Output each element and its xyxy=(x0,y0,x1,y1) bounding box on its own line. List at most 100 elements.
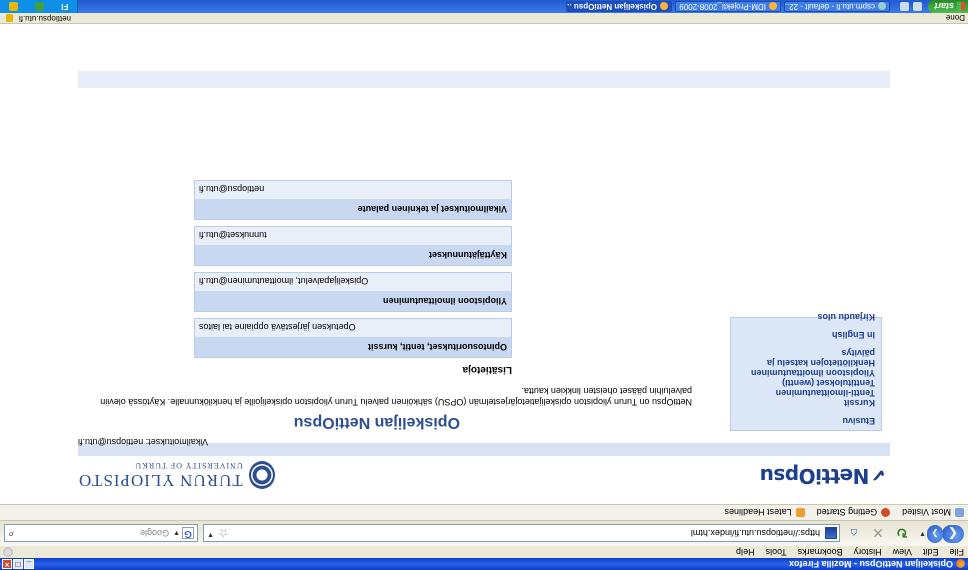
forward-button[interactable]: ❯ xyxy=(927,525,943,543)
nettiopsu-logo[interactable]: ✔NettiOpsu xyxy=(760,464,886,488)
rss-feed-icon xyxy=(795,508,805,517)
bookmark-label: Getting Started xyxy=(816,507,878,518)
url-text: https://nettiopsu.utu.fi/index.html xyxy=(690,528,820,538)
secure-lock-icon[interactable] xyxy=(6,14,13,23)
windows-flag-icon xyxy=(957,2,965,11)
language-indicator[interactable]: FI xyxy=(61,2,68,11)
nav-kurssit[interactable]: Kurssit xyxy=(737,398,875,408)
back-button[interactable]: ❮ xyxy=(942,525,964,543)
nav-tenttitulokset[interactable]: Tenttitulokset (wentti) xyxy=(737,378,875,388)
close-button[interactable]: × xyxy=(2,559,12,569)
firefox-icon xyxy=(660,2,668,11)
nav-tentti-ilmoittautuminen[interactable]: Tentti-ilmoittautuminen xyxy=(737,388,875,398)
side-navigation: Etusivu Kurssit Tentti-ilmoittautuminen … xyxy=(730,312,882,431)
quick-launch-icon[interactable] xyxy=(913,2,922,11)
status-bar: Done nettiopsu.utu.fi xyxy=(0,13,968,24)
bookmark-label: Most Visited xyxy=(902,507,951,518)
search-engine-dropdown-icon[interactable]: ▼ xyxy=(173,530,180,537)
bookmark-star-icon[interactable]: ☆ xyxy=(218,526,229,540)
nettiopsu-check-icon: ✔ xyxy=(871,464,886,485)
menu-tools[interactable]: Tools xyxy=(766,547,787,557)
navigation-toolbar: ❮ ❯ ▼ ↻ ✕ ⌂ https://nettiopsu.utu.fi/ind… xyxy=(0,520,968,546)
more-info-heading: Lisätietoja xyxy=(462,364,512,375)
menu-edit[interactable]: Edit xyxy=(923,547,939,557)
system-tray: FI xyxy=(0,0,78,13)
taskbar-button-label: IDM-Projekti_2008-2009 ... xyxy=(675,2,766,11)
info-box-heading: Yliopistoon ilmoittautuminen xyxy=(195,291,511,311)
info-box-body[interactable]: Opiskelijapalvelut, ilmoittautuminen@utu… xyxy=(195,273,511,291)
security-icon[interactable] xyxy=(8,2,18,11)
quick-launch xyxy=(900,2,922,11)
nav-etusivu[interactable]: Etusivu xyxy=(737,416,875,426)
search-placeholder: Google xyxy=(140,528,170,538)
start-label: start xyxy=(934,1,954,12)
university-logo[interactable]: TURUN YLIOPISTO UNIVERSITY OF TURKU xyxy=(78,461,275,490)
search-icon[interactable]: ⌕ xyxy=(8,527,14,540)
window-title: Opiskelijan NettiOpsu - Mozilla Firefox xyxy=(788,559,953,569)
taskbar-button[interactable]: cspm.utu.fi - default - 22... xyxy=(784,1,890,12)
intro-text: NettiOpsu on Turun yliopiston opiskelija… xyxy=(100,386,692,407)
window-title-bar: Opiskelijan NettiOpsu - Mozilla Firefox … xyxy=(0,558,968,570)
menu-view[interactable]: View xyxy=(893,547,912,557)
main-content: Opiskelijan NettiOpsu NettiOpsu on Turun… xyxy=(82,180,692,435)
info-box-body[interactable]: nettiopsu@utu.fi xyxy=(195,181,511,199)
menu-history[interactable]: History xyxy=(854,547,882,557)
info-box-heading: Käyttäjätunnukset xyxy=(195,245,511,265)
nav-kirjaudu-ulos[interactable]: Kirjaudu ulos xyxy=(737,312,875,322)
taskbar-button-label: Opiskelijan NettiOpsu ... xyxy=(566,2,657,11)
menu-bookmarks[interactable]: Bookmarks xyxy=(798,547,843,557)
bookmark-most-visited[interactable]: Most Visited xyxy=(902,508,964,518)
start-button[interactable]: start xyxy=(928,0,968,13)
status-domain: nettiopsu.utu.fi xyxy=(19,14,72,23)
taskbar-button[interactable]: Opiskelijan NettiOpsu ... xyxy=(566,1,672,12)
show-desktop-icon[interactable] xyxy=(900,2,909,11)
nav-in-english[interactable]: In English xyxy=(737,330,875,340)
university-name: TURUN YLIOPISTO xyxy=(78,471,243,490)
search-bar[interactable]: G ▼ Google ⌕ xyxy=(4,524,198,542)
most-visited-icon xyxy=(955,508,964,517)
throbber-icon xyxy=(3,547,13,557)
network-icon[interactable] xyxy=(34,2,44,11)
site-favicon-icon xyxy=(825,527,837,539)
page-title: Opiskelijan NettiOpsu xyxy=(293,414,460,431)
windows-taskbar: start cspm.utu.fi - default - 22... IDM-… xyxy=(0,0,968,13)
nettiopsu-logo-text: NettiOpsu xyxy=(760,464,870,488)
status-text: Done xyxy=(945,13,965,23)
taskbar-button-label: cspm.utu.fi - default - 22... xyxy=(784,2,875,11)
home-icon[interactable]: ⌂ xyxy=(846,525,862,541)
university-seal-icon xyxy=(248,461,275,490)
menu-help[interactable]: Help xyxy=(736,547,755,557)
url-dropdown-icon[interactable]: ▼ xyxy=(207,531,214,538)
bookmark-getting-started[interactable]: Getting Started xyxy=(817,508,891,518)
main-area: Etusivu Kurssit Tentti-ilmoittautuminen … xyxy=(78,88,890,443)
nav-henkilotiedot[interactable]: Henkilötietojen katselu ja päivitys xyxy=(737,348,875,368)
firefox-bookmark-icon xyxy=(881,508,891,517)
bookmarks-toolbar: Most Visited Getting Started Latest Head… xyxy=(0,504,968,520)
info-box: Käyttäjätunnukset tunnukset@utu.fi xyxy=(194,226,512,266)
info-box-body: Opetuksen järjestävä oppiaine tai laitos xyxy=(195,319,511,337)
web-page: ✔NettiOpsu TURUN YLIOPISTO UNIVERSITY OF… xyxy=(0,24,968,504)
minimize-button[interactable]: _ xyxy=(24,559,34,569)
bookmark-label: Latest Headlines xyxy=(724,507,792,518)
page-header: ✔NettiOpsu TURUN YLIOPISTO UNIVERSITY OF… xyxy=(78,456,890,494)
google-engine-icon[interactable]: G xyxy=(182,527,194,539)
stop-icon[interactable]: ✕ xyxy=(870,525,886,542)
info-box-body[interactable]: tunnukset@utu.fi xyxy=(195,227,511,245)
page-shell: ✔NettiOpsu TURUN YLIOPISTO UNIVERSITY OF… xyxy=(78,71,890,494)
nav-yliopistoon-ilmoittautuminen[interactable]: Yliopistoon ilmoittautuminen xyxy=(737,368,875,378)
menu-file[interactable]: File xyxy=(949,547,964,557)
firefox-icon xyxy=(956,559,965,569)
menu-bar: File Edit View History Bookmarks Tools H… xyxy=(0,546,968,558)
info-box: Opintosuoritukset, tentit, kurssit Opetu… xyxy=(194,318,512,358)
maximize-button[interactable]: □ xyxy=(13,559,23,569)
bookmark-latest-headlines[interactable]: Latest Headlines xyxy=(725,508,805,518)
reload-icon[interactable]: ↻ xyxy=(894,525,910,542)
info-box-heading: Opintosuoritukset, tentit, kurssit xyxy=(195,337,511,357)
footer-strip xyxy=(78,71,890,88)
history-dropdown-icon[interactable]: ▼ xyxy=(919,530,926,537)
taskbar-button[interactable]: IDM-Projekti_2008-2009 ... xyxy=(675,1,781,12)
firefox-icon xyxy=(769,2,777,11)
url-bar[interactable]: https://nettiopsu.utu.fi/index.html ☆ ▼ xyxy=(203,524,840,542)
university-name-en: UNIVERSITY OF TURKU xyxy=(134,461,243,470)
info-box: Yliopistoon ilmoittautuminen Opiskelijap… xyxy=(194,272,512,312)
